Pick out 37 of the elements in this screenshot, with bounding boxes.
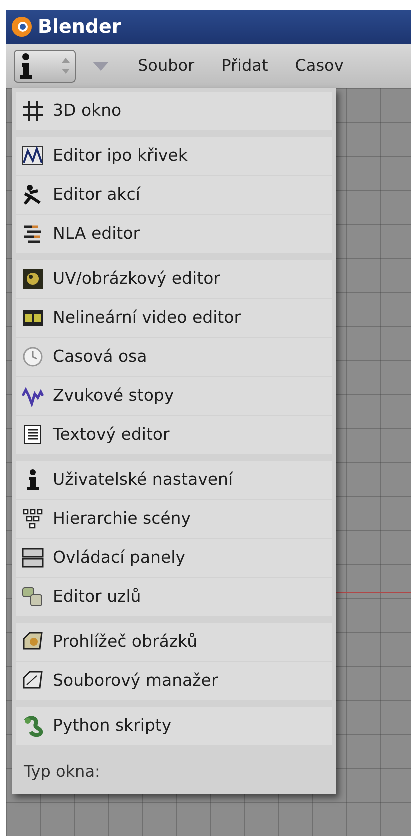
info-icon [19,53,33,79]
menu-item[interactable]: 3D okno [16,92,332,130]
logo-icon [10,16,34,38]
menu-item[interactable]: Casov [295,54,344,78]
window-title: Blender [38,14,122,40]
menu-item[interactable]: Soubor [138,54,195,78]
menu-item[interactable]: Nelineární video editor [16,299,332,337]
text-document-icon [22,424,44,446]
menu-item[interactable]: Python skripty [16,707,332,745]
grid-icon [22,100,44,122]
nodes-icon [22,586,44,608]
menu-item[interactable]: Uživatelské nastavení [16,461,332,499]
hierarchy-icon [22,508,44,530]
menu-item[interactable]: Zvukové stopy [16,377,332,415]
menu-item[interactable]: Casová osa [16,338,332,376]
waveform-icon [22,385,44,407]
panels-icon [22,547,44,569]
running-figure-icon [22,184,44,206]
menu-item[interactable]: UV/obrázkový editor [16,260,332,298]
menu-item[interactable]: Souborový manažer [16,662,332,700]
menu-item[interactable]: Editor uzlů [16,578,332,616]
menu-item[interactable]: Hierarchie scény [16,500,332,538]
track-bars-icon [22,223,44,245]
image-icon [22,268,44,290]
snake-icon [22,715,44,737]
menu-item[interactable]: Textový editor [16,416,332,454]
menu-item[interactable]: Editor akcí [16,176,332,214]
menu-item[interactable]: Editor ipo křivek [16,137,332,175]
curve-graph-icon [22,145,44,167]
menu-item[interactable]: Prohlížeč obrázků [16,623,332,661]
menu-item[interactable]: Ovládací panely [16,539,332,577]
menu-item[interactable]: NLA editor [16,215,332,253]
clock-icon [22,346,44,368]
film-strip-icon [22,307,44,329]
menu-title: Typ okna: [23,761,102,783]
menu-item[interactable]: Přidat [222,54,268,78]
window-type-button[interactable] [14,50,76,82]
